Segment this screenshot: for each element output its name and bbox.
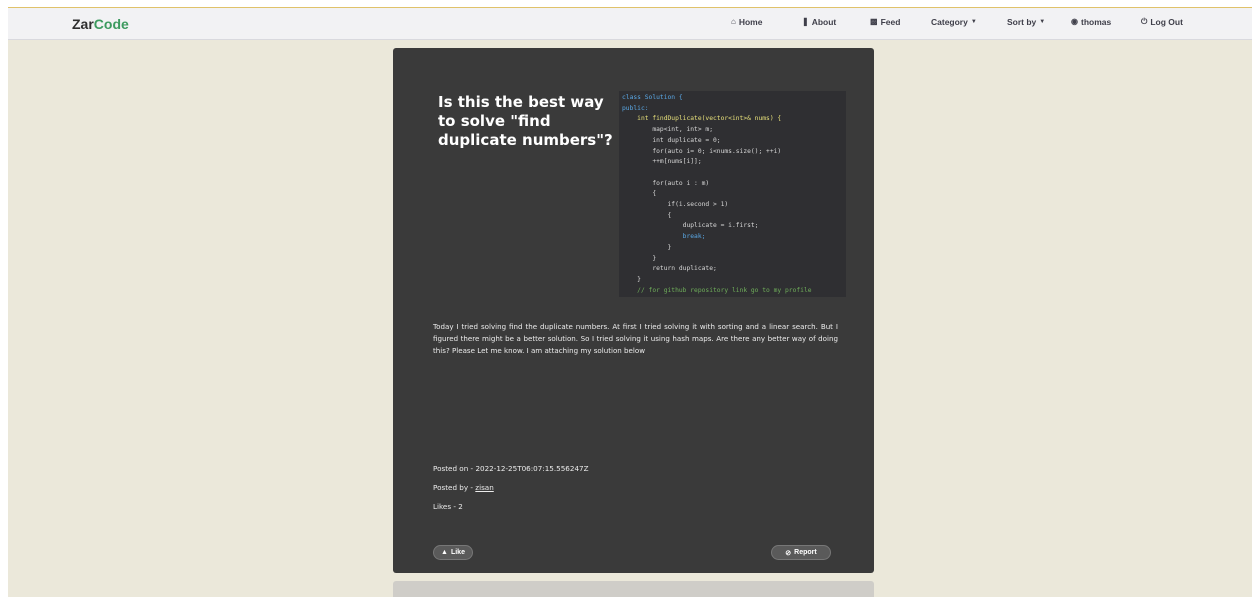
power-icon: ⏻: [1141, 17, 1148, 26]
post-body: Today I tried solving find the duplicate…: [433, 322, 838, 355]
code-line: ++m[nums[i]];: [622, 158, 702, 166]
left-gutter: [0, 0, 8, 597]
nav-sort-by-label: Sort by: [1007, 17, 1037, 27]
feed-icon: ▩: [870, 17, 878, 26]
post-likes: Likes - 2: [433, 502, 463, 511]
home-icon: ⌂: [731, 17, 736, 26]
code-line: class Solution {: [622, 94, 683, 101]
code-line: int duplicate = 0;: [622, 136, 721, 144]
like-button-label: Like: [450, 549, 465, 556]
code-line: }: [622, 243, 672, 251]
nav-about[interactable]: ❚ About: [802, 17, 836, 27]
code-line: for(auto i : m): [622, 179, 710, 187]
code-line: }: [622, 254, 657, 262]
nav-feed-label: Feed: [880, 17, 901, 27]
code-line: public:: [622, 104, 649, 112]
report-button[interactable]: ⊘ Report: [771, 545, 831, 560]
code-screenshot-text: class Solution { public: int findDuplica…: [619, 91, 846, 296]
nav-category-label: Category: [931, 17, 968, 27]
code-line: {: [622, 211, 672, 219]
author-link[interactable]: zisan: [475, 483, 493, 492]
nav-logout-label: Log Out: [1150, 17, 1183, 27]
chevron-down-icon: ▼: [1039, 19, 1046, 25]
likes-label: Likes -: [433, 502, 459, 511]
chevron-down-icon: ▼: [970, 19, 977, 25]
report-button-label: Report: [794, 549, 817, 556]
nav-category-dropdown[interactable]: Category ▼: [931, 17, 977, 27]
next-post-card: [393, 581, 874, 597]
brand-part-1: Zar: [72, 16, 94, 32]
code-line: int findDuplicate(vector<int>& nums) {: [622, 115, 782, 123]
code-line: // for github repository link go to my p…: [622, 286, 812, 294]
code-screenshot-image: class Solution { public: int findDuplica…: [619, 91, 846, 297]
code-line: for(auto i= 0; i<nums.size(); ++i): [622, 147, 782, 155]
likes-count: 2: [458, 502, 463, 511]
post-card: Is this the best way to solve "find dupl…: [393, 48, 874, 573]
nav-user-profile[interactable]: ◉ thomas: [1071, 17, 1111, 27]
like-button[interactable]: ▲ Like: [433, 545, 473, 560]
nav-logout[interactable]: ⏻ Log Out: [1141, 17, 1183, 27]
posted-on-label: Posted on -: [433, 464, 476, 473]
posted-by-label: Posted by -: [433, 483, 476, 492]
post-author: Posted by - zisan: [433, 483, 494, 492]
nav-about-label: About: [811, 17, 837, 27]
code-line: }: [622, 275, 641, 283]
code-line: if(i.second > 1): [622, 201, 729, 209]
code-line: map<int, int> m;: [622, 126, 713, 134]
post-title: Is this the best way to solve "find dupl…: [438, 93, 613, 149]
user-icon: ◉: [1071, 17, 1078, 26]
thumbs-up-icon: ▲: [441, 549, 448, 556]
code-line: {: [622, 190, 657, 198]
top-strip: [0, 0, 1252, 8]
nav-feed[interactable]: ▩ Feed: [870, 17, 900, 27]
navbar: ZarCode ⌂ Home ❚ About ▩ Feed Category ▼…: [8, 8, 1252, 40]
info-icon: ❚: [802, 17, 809, 26]
post-date: Posted on - 2022-12-25T06:07:15.556247Z: [433, 464, 589, 473]
brand-logo[interactable]: ZarCode: [72, 16, 129, 32]
brand-part-2: Code: [93, 16, 129, 32]
code-line: duplicate = i.first;: [622, 222, 759, 230]
nav-home-label: Home: [738, 17, 763, 27]
code-line: break;: [622, 233, 706, 241]
code-line: return duplicate;: [622, 265, 717, 273]
nav-sort-by-dropdown[interactable]: Sort by ▼: [1007, 17, 1045, 27]
posted-on-value: 2022-12-25T06:07:15.556247Z: [475, 464, 589, 473]
nav-home[interactable]: ⌂ Home: [731, 17, 762, 27]
nav-user-label: thomas: [1080, 17, 1112, 27]
ban-icon: ⊘: [785, 549, 792, 557]
